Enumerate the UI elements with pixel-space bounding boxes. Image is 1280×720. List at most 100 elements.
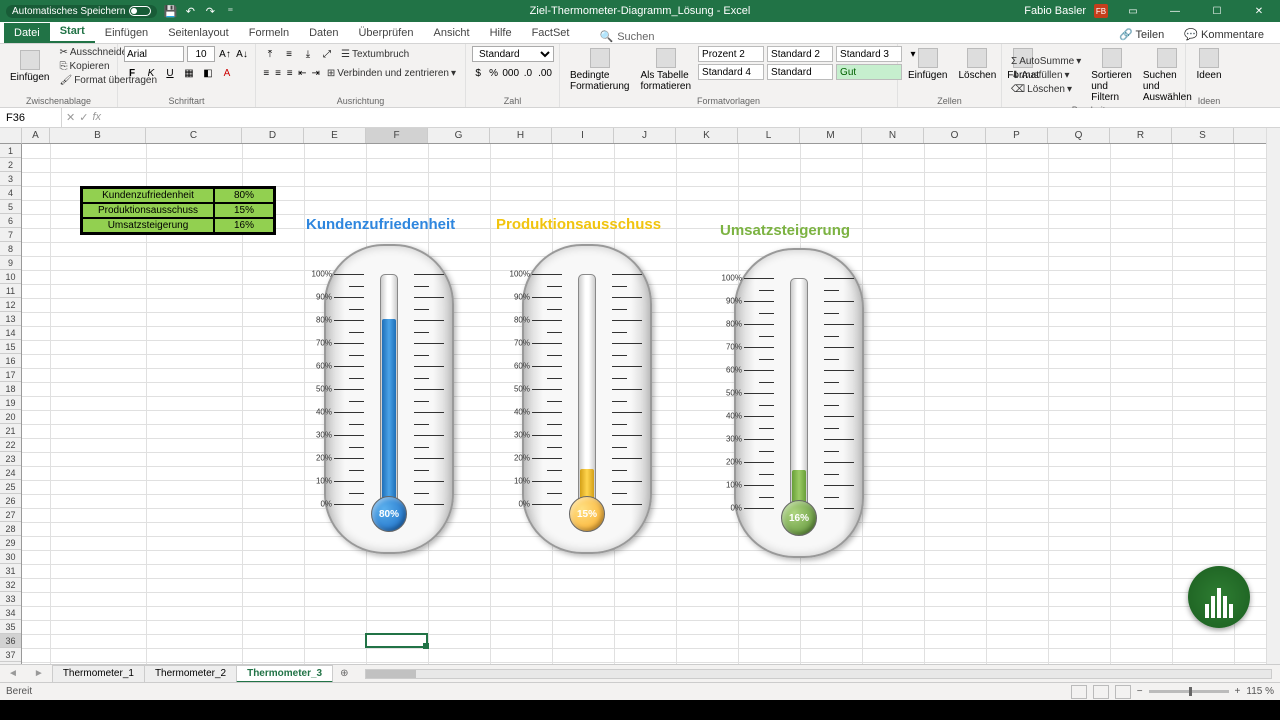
italic-icon[interactable]: K <box>143 65 159 81</box>
tab-ansicht[interactable]: Ansicht <box>423 23 479 43</box>
col-header-R[interactable]: R <box>1110 128 1172 143</box>
share-button[interactable]: 🔗 Teilen <box>1113 26 1170 43</box>
thermometer-chart[interactable]: 0%10%20%30%40%50%60%70%80%90%100%80% <box>324 244 454 554</box>
row-header-19[interactable]: 19 <box>0 396 21 410</box>
delete-cells-button[interactable]: Löschen <box>954 46 1000 83</box>
autosave-toggle[interactable]: Automatisches Speichern <box>6 5 157 18</box>
col-header-M[interactable]: M <box>800 128 862 143</box>
undo-icon[interactable]: ↶ <box>183 4 197 18</box>
tab-überprüfen[interactable]: Überprüfen <box>348 23 423 43</box>
row-header-35[interactable]: 35 <box>0 620 21 634</box>
page-break-view-icon[interactable] <box>1115 685 1131 699</box>
enter-formula-icon[interactable]: ✓ <box>79 111 88 124</box>
worksheet-grid[interactable]: ABCDEFGHIJKLMNOPQRS 12345678910111213141… <box>0 128 1280 664</box>
close-icon[interactable]: ✕ <box>1242 0 1276 22</box>
row-header-10[interactable]: 10 <box>0 270 21 284</box>
merge-button[interactable]: ⊞ Verbinden und zentrieren ▾ <box>324 67 459 80</box>
align-right-icon[interactable]: ≡ <box>285 65 294 81</box>
row-header-29[interactable]: 29 <box>0 536 21 550</box>
row-header-16[interactable]: 16 <box>0 354 21 368</box>
underline-icon[interactable]: U <box>162 65 178 81</box>
row-header-36[interactable]: 36 <box>0 634 21 648</box>
qat-more-icon[interactable]: ⁼ <box>223 4 237 18</box>
row-header-13[interactable]: 13 <box>0 312 21 326</box>
table-cell-label[interactable]: Umsatzsteigerung <box>82 218 214 233</box>
tab-daten[interactable]: Daten <box>299 23 348 43</box>
user-name[interactable]: Fabio Basler <box>1024 5 1086 17</box>
selected-cell[interactable] <box>365 633 428 648</box>
number-format-select[interactable]: Standard <box>472 46 554 62</box>
normal-view-icon[interactable] <box>1071 685 1087 699</box>
tab-file[interactable]: Datei <box>4 23 50 43</box>
col-header-I[interactable]: I <box>552 128 614 143</box>
row-header-3[interactable]: 3 <box>0 172 21 186</box>
minimize-icon[interactable]: ― <box>1158 0 1192 22</box>
row-header-26[interactable]: 26 <box>0 494 21 508</box>
row-header-14[interactable]: 14 <box>0 326 21 340</box>
align-middle-icon[interactable]: ≡ <box>281 46 297 62</box>
row-header-2[interactable]: 2 <box>0 158 21 172</box>
row-header-25[interactable]: 25 <box>0 480 21 494</box>
paste-button[interactable]: Einfügen <box>6 48 53 85</box>
style-standard4[interactable]: Standard 4 <box>698 64 764 80</box>
row-header-9[interactable]: 9 <box>0 256 21 270</box>
row-header-28[interactable]: 28 <box>0 522 21 536</box>
percent-icon[interactable]: % <box>487 65 499 81</box>
col-header-J[interactable]: J <box>614 128 676 143</box>
data-table[interactable]: Kundenzufriedenheit80%Produktionsausschu… <box>80 186 276 235</box>
row-header-32[interactable]: 32 <box>0 578 21 592</box>
col-header-D[interactable]: D <box>242 128 304 143</box>
style-standard3[interactable]: Standard 3 <box>836 46 902 62</box>
row-header-30[interactable]: 30 <box>0 550 21 564</box>
page-layout-view-icon[interactable] <box>1093 685 1109 699</box>
row-header-27[interactable]: 27 <box>0 508 21 522</box>
redo-icon[interactable]: ↷ <box>203 4 217 18</box>
name-box[interactable]: F36 <box>0 108 62 127</box>
col-header-E[interactable]: E <box>304 128 366 143</box>
thermometer-chart[interactable]: 0%10%20%30%40%50%60%70%80%90%100%16% <box>734 248 864 558</box>
row-header-8[interactable]: 8 <box>0 242 21 256</box>
row-header-24[interactable]: 24 <box>0 466 21 480</box>
bold-icon[interactable]: F <box>124 65 140 81</box>
currency-icon[interactable]: $ <box>472 65 484 81</box>
col-header-P[interactable]: P <box>986 128 1048 143</box>
col-header-G[interactable]: G <box>428 128 490 143</box>
align-center-icon[interactable]: ≡ <box>274 65 283 81</box>
tell-me-search[interactable]: 🔍 Suchen <box>599 30 654 43</box>
sheet-tab-Thermometer_1[interactable]: Thermometer_1 <box>52 665 145 683</box>
row-header-31[interactable]: 31 <box>0 564 21 578</box>
row-header-4[interactable]: 4 <box>0 186 21 200</box>
row-header-17[interactable]: 17 <box>0 368 21 382</box>
style-prozent2[interactable]: Prozent 2 <box>698 46 764 62</box>
row-header-12[interactable]: 12 <box>0 298 21 312</box>
cancel-formula-icon[interactable]: ✕ <box>66 111 75 124</box>
tab-start[interactable]: Start <box>50 21 95 43</box>
font-color-icon[interactable]: A <box>219 65 235 81</box>
border-icon[interactable]: ▦ <box>181 65 197 81</box>
style-gut[interactable]: Gut <box>836 64 902 80</box>
col-header-L[interactable]: L <box>738 128 800 143</box>
zoom-slider[interactable] <box>1149 690 1229 693</box>
font-name-select[interactable] <box>124 46 184 62</box>
comments-button[interactable]: 💬 Kommentare <box>1178 26 1270 43</box>
clear-button[interactable]: ⌫ Löschen ▾ <box>1008 83 1084 96</box>
autosum-button[interactable]: Σ AutoSumme ▾ <box>1008 55 1084 68</box>
sheet-nav-prev-icon[interactable]: ◄ <box>0 668 26 679</box>
tab-formeln[interactable]: Formeln <box>239 23 299 43</box>
wrap-text-button[interactable]: ☰ Textumbruch <box>338 48 412 61</box>
dec-decimal-icon[interactable]: .00 <box>537 65 553 81</box>
row-header-20[interactable]: 20 <box>0 410 21 424</box>
user-avatar[interactable]: FB <box>1094 4 1108 18</box>
fill-button[interactable]: ⬇ Ausfüllen ▾ <box>1008 69 1084 82</box>
row-header-21[interactable]: 21 <box>0 424 21 438</box>
vertical-scrollbar[interactable] <box>1266 128 1280 664</box>
row-header-7[interactable]: 7 <box>0 228 21 242</box>
comma-icon[interactable]: 000 <box>503 65 519 81</box>
row-header-37[interactable]: 37 <box>0 648 21 662</box>
conditional-format-button[interactable]: Bedingte Formatierung <box>566 46 633 94</box>
sheet-nav-next-icon[interactable]: ► <box>26 668 52 679</box>
row-header-6[interactable]: 6 <box>0 214 21 228</box>
row-header-22[interactable]: 22 <box>0 438 21 452</box>
col-header-S[interactable]: S <box>1172 128 1234 143</box>
format-table-button[interactable]: Als Tabelle formatieren <box>636 46 695 94</box>
